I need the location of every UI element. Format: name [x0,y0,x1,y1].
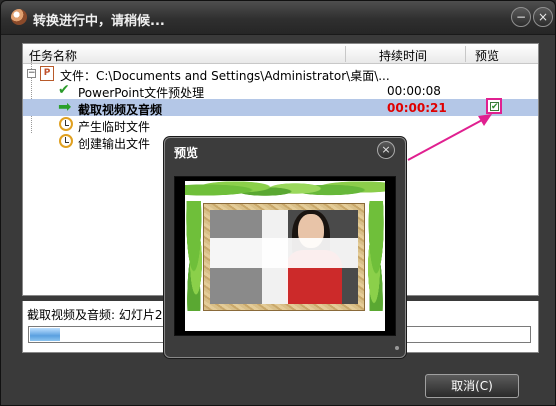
transition-overlay [262,210,288,304]
resize-grip-icon[interactable] [395,346,399,350]
leaves-decoration [363,201,385,311]
preview-window[interactable]: 预览 × [164,137,406,358]
photo [210,210,358,304]
photo-frame [203,203,365,311]
preview-close-button[interactable]: × [377,141,395,159]
preview-title: 预览 [174,146,199,160]
preview-image-area [174,176,396,336]
slide-image [185,181,385,331]
